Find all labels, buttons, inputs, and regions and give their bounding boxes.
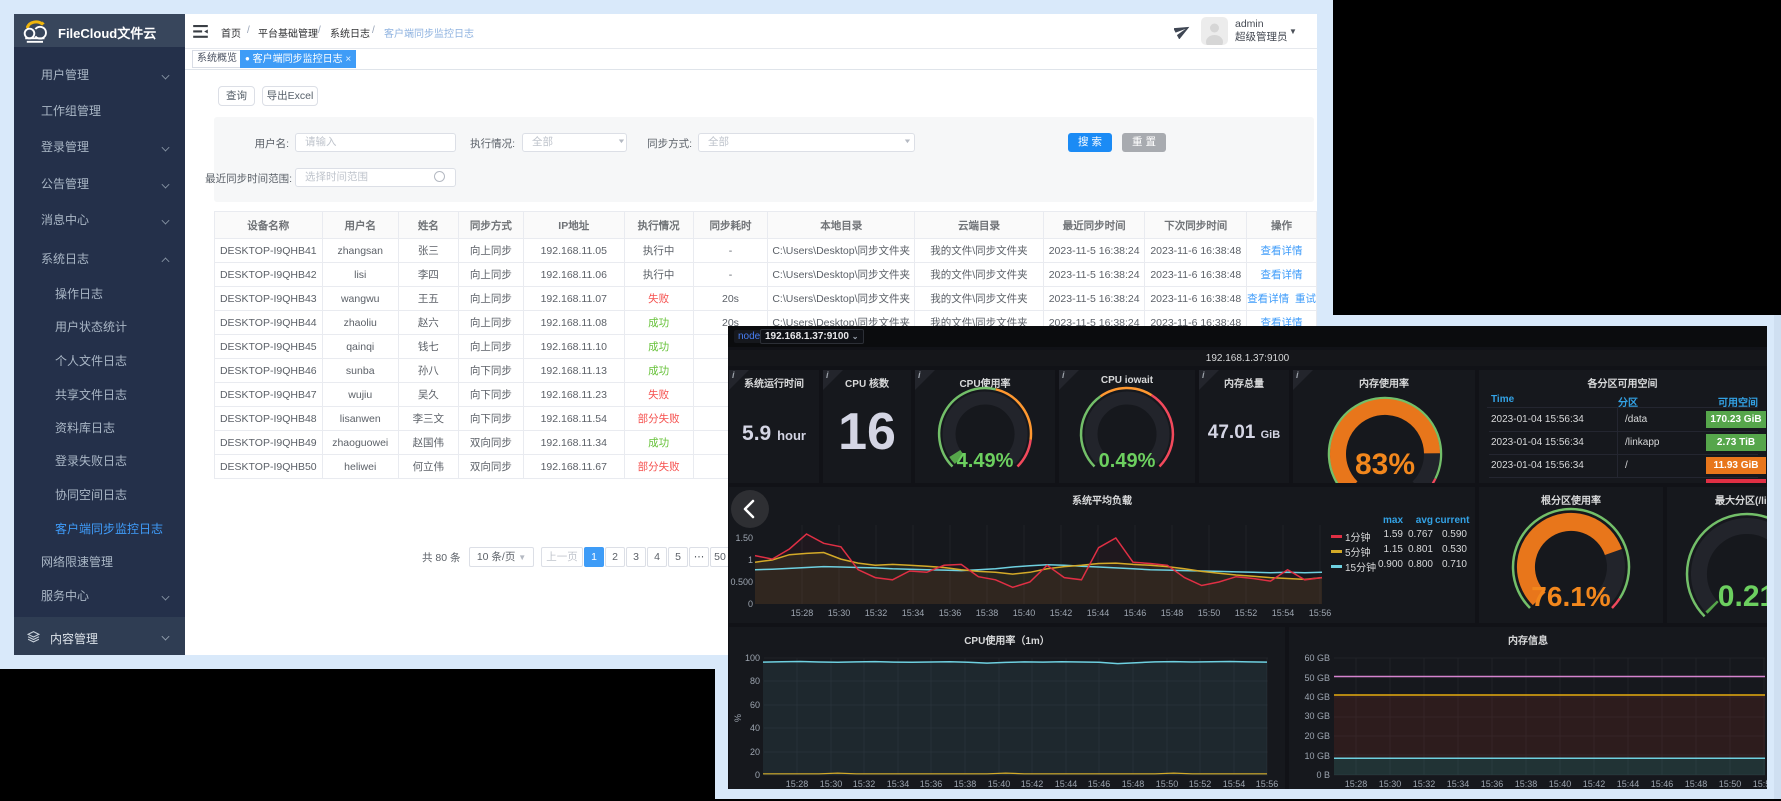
svg-text:60: 60 (750, 700, 760, 710)
svg-text:15:54: 15:54 (1223, 779, 1246, 789)
svg-text:15:30: 15:30 (828, 608, 851, 618)
svg-text:4.49%: 4.49% (957, 450, 1014, 472)
svg-text:15:34: 15:34 (902, 608, 925, 618)
svg-text:15:46: 15:46 (1088, 779, 1111, 789)
svg-text:15:44: 15:44 (1617, 779, 1640, 789)
svg-text:40 GB: 40 GB (1304, 692, 1330, 702)
svg-text:40: 40 (750, 723, 760, 733)
svg-text:15:44: 15:44 (1055, 779, 1078, 789)
svg-text:15:40: 15:40 (988, 779, 1011, 789)
svg-text:15:56: 15:56 (1309, 608, 1332, 618)
svg-text:15:48: 15:48 (1122, 779, 1145, 789)
svg-text:83%: 83% (1355, 448, 1415, 481)
svg-text:15:28: 15:28 (791, 608, 814, 618)
svg-text:15:42: 15:42 (1021, 779, 1044, 789)
svg-text:15:50: 15:50 (1156, 779, 1179, 789)
svg-text:15:28: 15:28 (1345, 779, 1368, 789)
svg-text:1.50: 1.50 (735, 533, 753, 543)
svg-text:15:32: 15:32 (853, 779, 876, 789)
svg-text:15:42: 15:42 (1050, 608, 1073, 618)
svg-text:0.49%: 0.49% (1099, 450, 1156, 472)
svg-text:15:36: 15:36 (1481, 779, 1504, 789)
svg-text:50 GB: 50 GB (1304, 673, 1330, 683)
svg-text:15:48: 15:48 (1685, 779, 1708, 789)
svg-text:%: % (733, 714, 743, 722)
svg-text:15:36: 15:36 (939, 608, 962, 618)
svg-text:15:46: 15:46 (1124, 608, 1147, 618)
svg-text:15:48: 15:48 (1161, 608, 1184, 618)
svg-text:15:44: 15:44 (1087, 608, 1110, 618)
svg-text:15:40: 15:40 (1549, 779, 1572, 789)
svg-text:15:38: 15:38 (954, 779, 977, 789)
svg-text:10 GB: 10 GB (1304, 751, 1330, 761)
svg-text:0.21: 0.21 (1718, 580, 1767, 613)
svg-text:80: 80 (750, 676, 760, 686)
svg-text:15:34: 15:34 (1447, 779, 1470, 789)
svg-text:0 B: 0 B (1316, 770, 1330, 780)
svg-text:20: 20 (750, 747, 760, 757)
svg-text:15:38: 15:38 (976, 608, 999, 618)
svg-text:15:54: 15:54 (1272, 608, 1295, 618)
svg-text:15:38: 15:38 (1515, 779, 1538, 789)
svg-text:15:50: 15:50 (1719, 779, 1742, 789)
svg-text:15:34: 15:34 (887, 779, 910, 789)
svg-text:100: 100 (745, 653, 760, 663)
svg-text:1: 1 (748, 555, 753, 565)
svg-text:15:42: 15:42 (1583, 779, 1606, 789)
svg-text:30 GB: 30 GB (1304, 711, 1330, 721)
svg-text:0: 0 (748, 599, 753, 609)
svg-text:15:28: 15:28 (786, 779, 809, 789)
svg-text:15:30: 15:30 (820, 779, 843, 789)
svg-text:15:52: 15:52 (1235, 608, 1258, 618)
svg-text:15:52: 15:52 (1753, 779, 1767, 789)
svg-text:15:36: 15:36 (920, 779, 943, 789)
svg-text:0: 0 (755, 770, 760, 780)
svg-text:0.500: 0.500 (730, 577, 753, 587)
svg-text:15:32: 15:32 (1413, 779, 1436, 789)
svg-text:15:52: 15:52 (1189, 779, 1212, 789)
svg-text:15:56: 15:56 (1256, 779, 1279, 789)
svg-text:15:40: 15:40 (1013, 608, 1036, 618)
svg-text:15:50: 15:50 (1198, 608, 1221, 618)
svg-text:15:32: 15:32 (865, 608, 888, 618)
svg-text:60 GB: 60 GB (1304, 653, 1330, 663)
svg-text:76.1%: 76.1% (1531, 581, 1610, 612)
svg-text:15:46: 15:46 (1651, 779, 1674, 789)
svg-text:15:30: 15:30 (1379, 779, 1402, 789)
svg-text:20 GB: 20 GB (1304, 731, 1330, 741)
